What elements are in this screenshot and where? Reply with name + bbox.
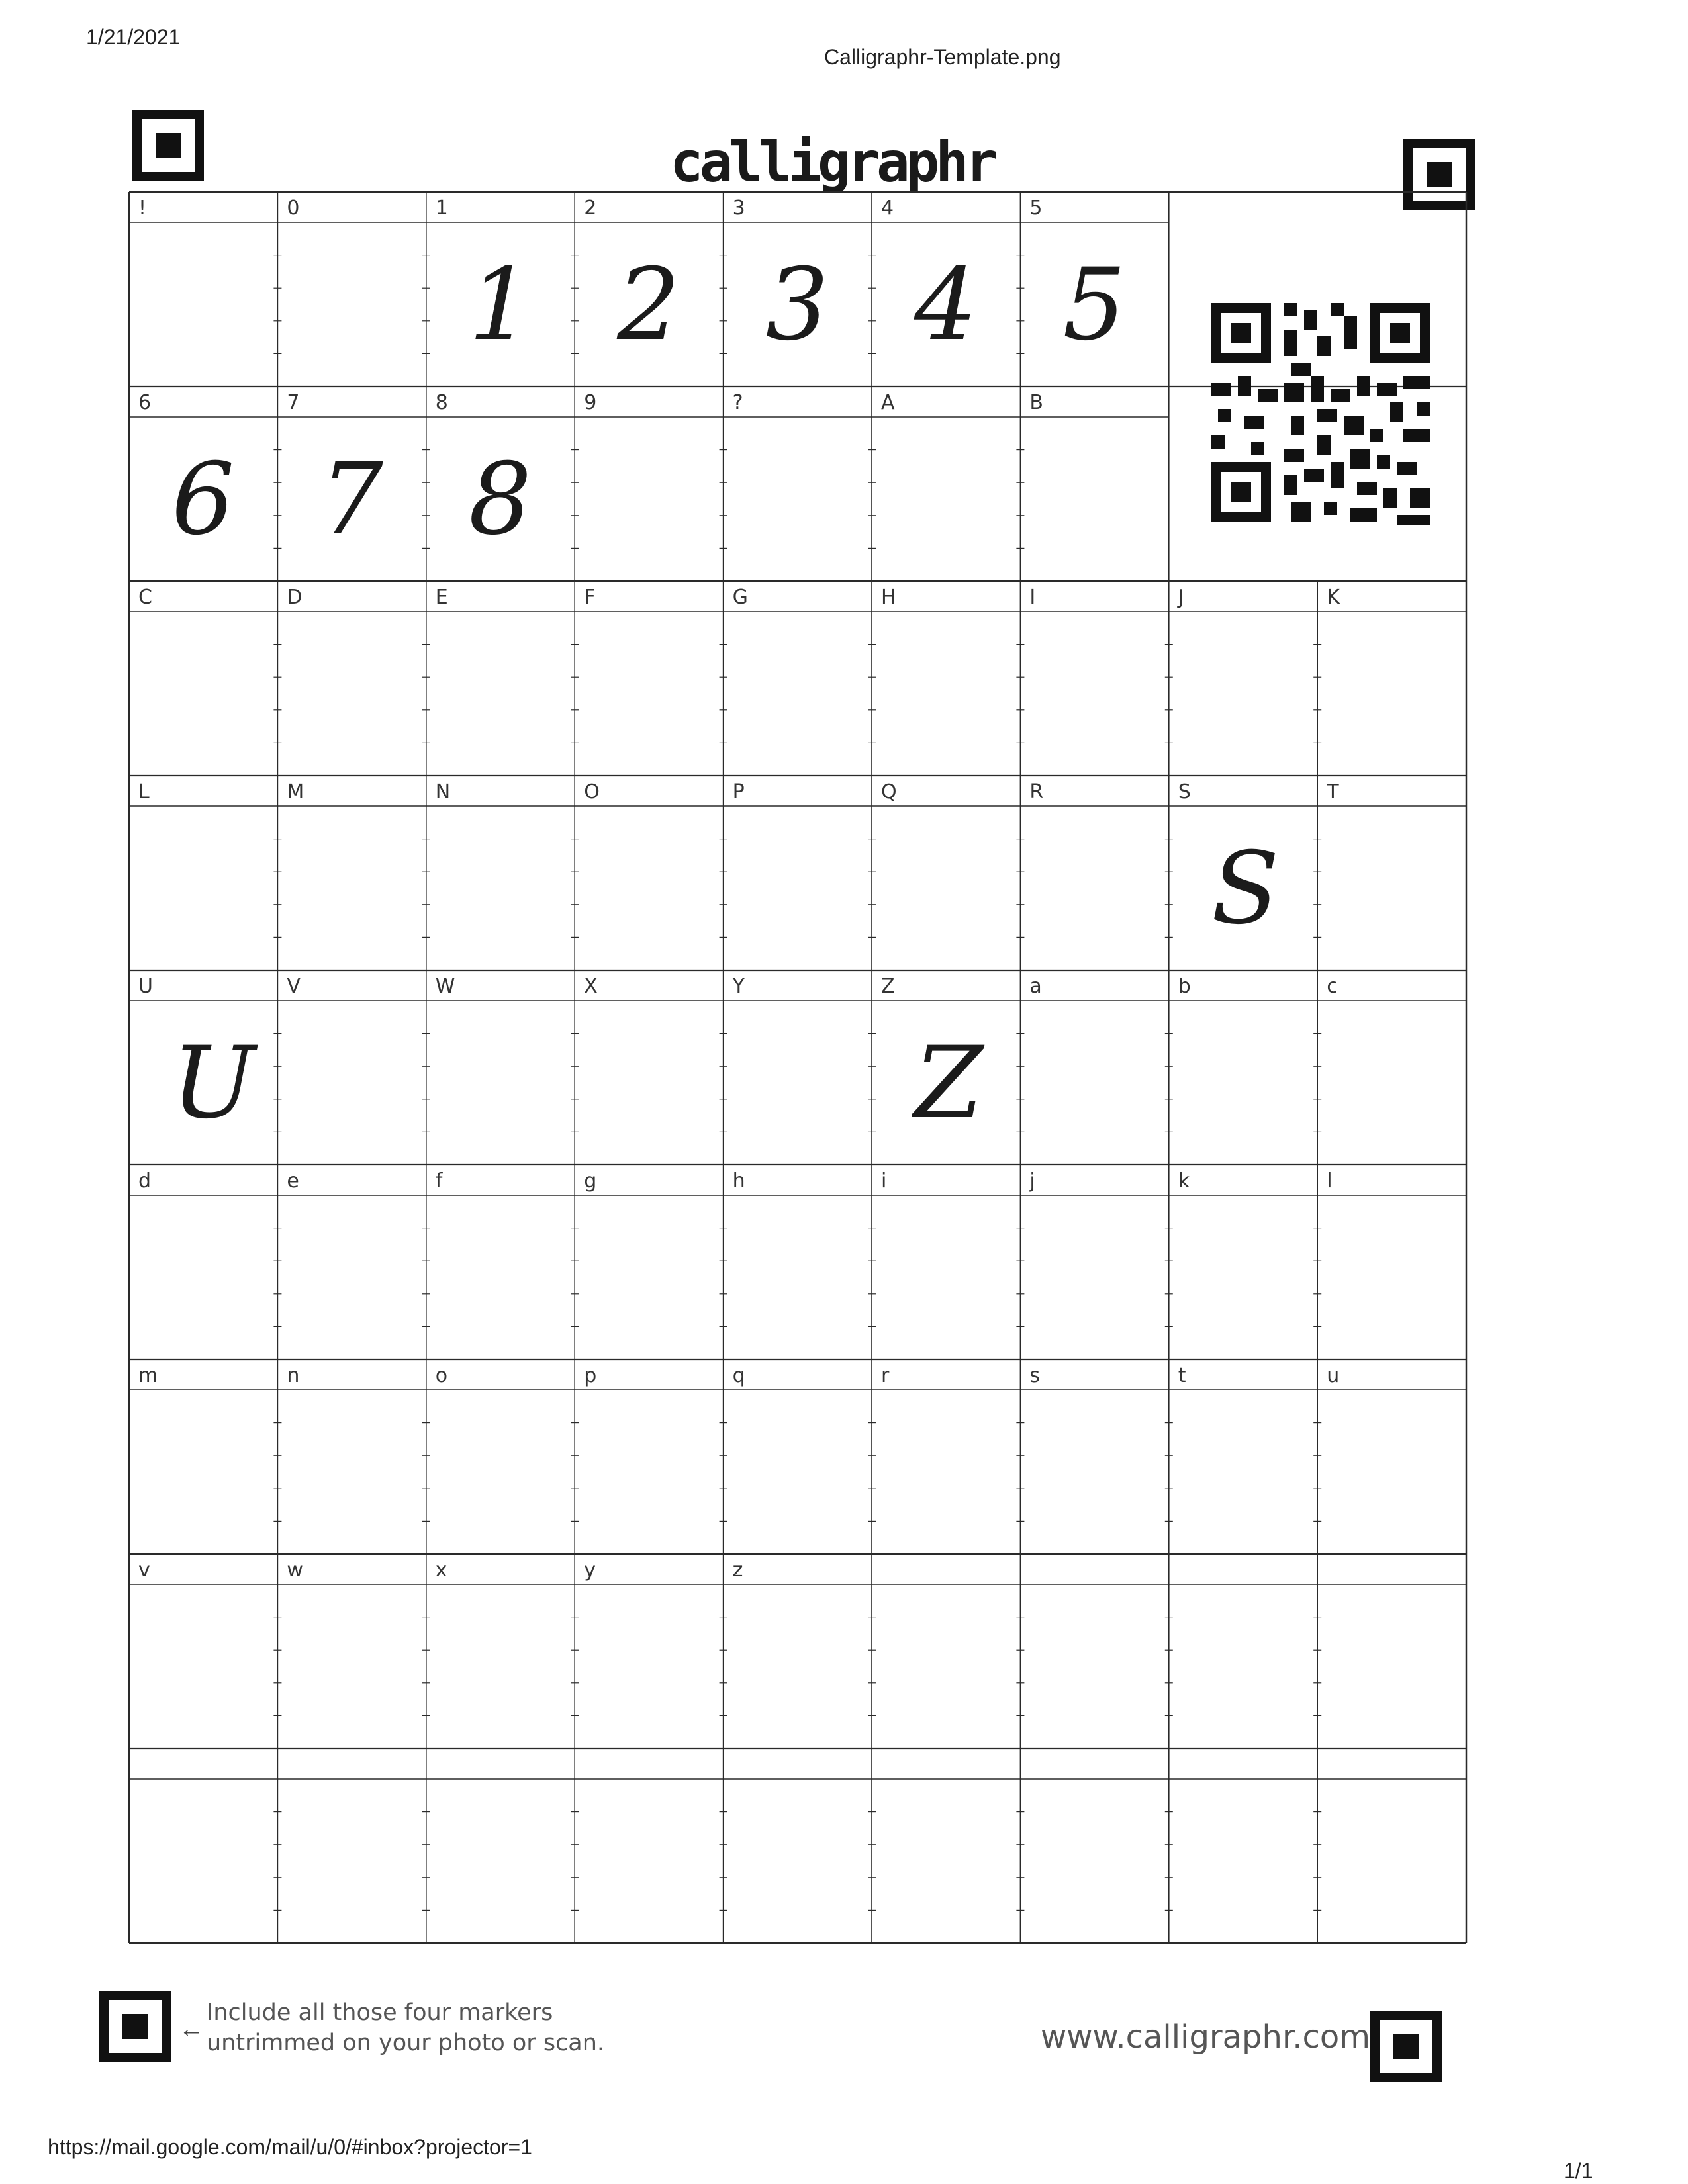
cell-label: o	[435, 1364, 448, 1387]
cell-label: S	[1178, 780, 1191, 803]
left-arrow-icon: ←	[179, 2015, 204, 2043]
handwritten-glyph: 3	[765, 248, 829, 363]
handwritten-glyph: U	[171, 1026, 256, 1141]
cell-label: Z	[881, 975, 895, 998]
cell-label: Q	[881, 780, 897, 803]
cell-label: P	[732, 780, 745, 803]
cell-label: !	[138, 197, 147, 220]
cell-label: X	[584, 975, 598, 998]
cell-label: J	[1178, 586, 1184, 609]
qr-code-icon	[1211, 303, 1430, 525]
print-footer-page-count: 1/1	[1564, 2159, 1593, 2183]
cell-label: B	[1029, 391, 1043, 414]
cell-label: z	[732, 1559, 743, 1582]
cell-label: 8	[435, 391, 448, 414]
cell-label: a	[1029, 975, 1042, 998]
handwritten-glyph: S	[1211, 831, 1280, 946]
cell-label: g	[584, 1169, 597, 1193]
cell-label: r	[881, 1364, 890, 1387]
cell-label: R	[1029, 780, 1044, 803]
cell-label: m	[138, 1364, 158, 1387]
cell-label: e	[287, 1169, 299, 1193]
handwritten-glyph: 6	[171, 442, 235, 557]
cell-label: ?	[732, 391, 743, 414]
cell-label: F	[584, 586, 596, 609]
cell-label: 3	[732, 197, 745, 220]
cell-label: q	[732, 1364, 745, 1387]
cell-label: M	[287, 780, 305, 803]
cell-label: x	[435, 1559, 447, 1582]
cell-label: c	[1327, 975, 1338, 998]
handwritten-glyph: 2	[617, 248, 680, 363]
cell-label: I	[1029, 586, 1036, 609]
cell-label: i	[881, 1169, 887, 1193]
cell-label: V	[287, 975, 301, 998]
cell-label: u	[1327, 1364, 1340, 1387]
cell-label: U	[138, 975, 153, 998]
cell-label: w	[287, 1559, 303, 1582]
handwritten-glyph: 1	[468, 248, 532, 363]
cell-label: p	[584, 1364, 597, 1387]
cell-label: 5	[1029, 197, 1043, 220]
handwritten-glyph: Z	[914, 1026, 984, 1141]
cell-label: L	[138, 780, 150, 803]
cell-label: O	[584, 780, 600, 803]
handwritten-glyph: 8	[468, 442, 532, 557]
cell-label: W	[435, 975, 455, 998]
handwritten-glyph: 7	[320, 442, 383, 557]
cell-label: K	[1327, 586, 1340, 609]
footer-note-line1: Include all those four markers	[207, 1999, 553, 2026]
cell-label: y	[584, 1559, 596, 1582]
cell-label: 6	[138, 391, 152, 414]
cell-label: v	[138, 1559, 150, 1582]
cell-label: C	[138, 586, 152, 609]
cell-label: k	[1178, 1169, 1190, 1193]
cell-label: 9	[584, 391, 597, 414]
cell-label: 2	[584, 197, 597, 220]
cell-label: H	[881, 586, 896, 609]
cell-label: n	[287, 1364, 300, 1387]
cell-label: s	[1029, 1364, 1041, 1387]
cell-label: h	[732, 1169, 745, 1193]
cell-label: j	[1029, 1169, 1035, 1193]
cell-label: D	[287, 586, 303, 609]
footer-note-line2: untrimmed on your photo or scan.	[207, 2030, 605, 2056]
handwritten-glyph: 4	[914, 248, 978, 363]
cell-label: G	[732, 586, 748, 609]
cell-label: 0	[287, 197, 300, 220]
handwritten-glyph: 5	[1062, 248, 1126, 363]
cell-label: d	[138, 1169, 152, 1193]
cell-label: 1	[435, 197, 448, 220]
cell-label: A	[881, 391, 895, 414]
footer-note: Include all those four markers untrimmed…	[207, 1997, 604, 2058]
cell-label: E	[435, 586, 448, 609]
cell-label: N	[435, 780, 451, 803]
cell-label: t	[1178, 1364, 1186, 1387]
print-footer-url: https://mail.google.com/mail/u/0/#inbox?…	[48, 2135, 532, 2159]
cell-label: Y	[732, 975, 745, 998]
cell-label: 4	[881, 197, 894, 220]
cell-label: b	[1178, 975, 1191, 998]
cell-label: T	[1327, 780, 1339, 803]
cell-label: 7	[287, 391, 300, 414]
cell-label: l	[1327, 1169, 1333, 1193]
cell-label: f	[435, 1169, 443, 1193]
website-link[interactable]: www.calligraphr.com	[1041, 2019, 1370, 2056]
